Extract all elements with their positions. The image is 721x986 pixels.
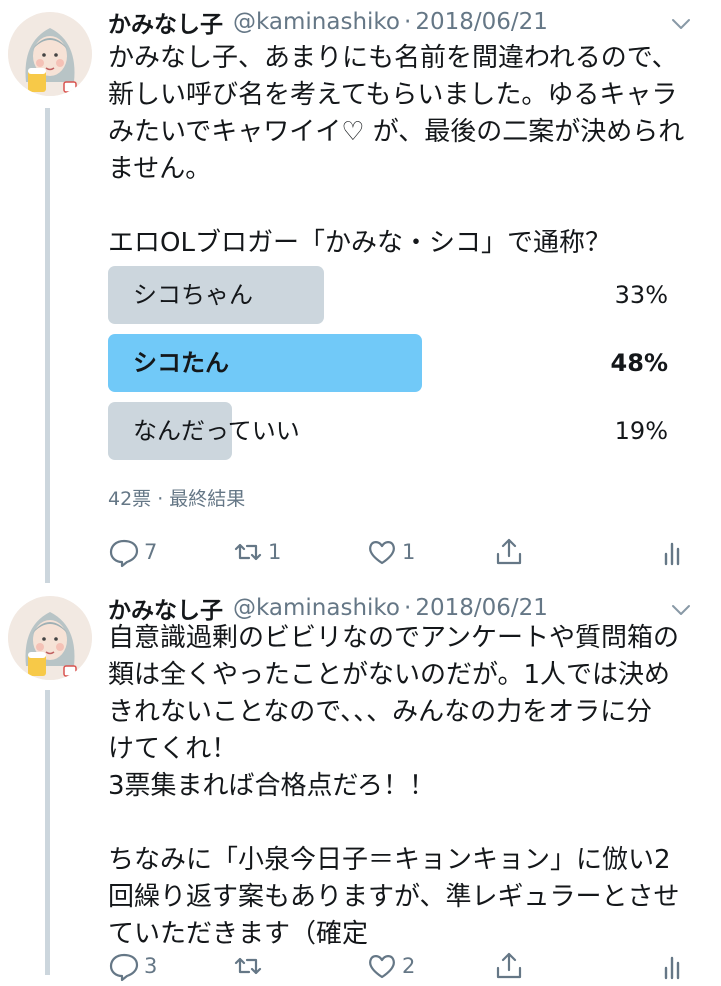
retweet-icon	[232, 950, 264, 982]
poll-option-label: シコちゃん	[133, 281, 253, 309]
poll-option-percent: 33%	[614, 281, 668, 309]
tweet[interactable]: かみなし子 @kaminashiko · 2018/06/21 かみなし子、あま…	[0, 2, 721, 582]
reply-count: 3	[144, 954, 158, 978]
poll-option-label: シコたん	[133, 349, 229, 377]
display-name[interactable]: かみなし子	[108, 5, 223, 39]
poll-option-percent: 48%	[610, 349, 668, 377]
tweet-text: 自意識過剰のビビリなのでアンケートや質問箱の 類は全くやったことがないのだが。1…	[108, 623, 680, 949]
retweet-button[interactable]: 1	[232, 532, 281, 572]
like-count: 2	[402, 954, 416, 978]
like-count: 1	[402, 540, 416, 564]
poll-option: シコたん 48%	[108, 334, 668, 392]
share-button[interactable]	[493, 532, 525, 572]
chevron-down-icon[interactable]	[669, 12, 693, 36]
like-button[interactable]: 2	[366, 946, 415, 986]
poll-option-label: なんだっていい	[133, 417, 300, 445]
analytics-icon	[658, 950, 690, 982]
tweet[interactable]: かみなし子 @kaminashiko · 2018/06/21 自意識過剰のビビ…	[0, 588, 721, 982]
tweet-date[interactable]: 2018/06/21	[415, 595, 548, 621]
tweet-header: かみなし子 @kaminashiko · 2018/06/21	[108, 2, 548, 42]
like-icon	[366, 950, 398, 982]
retweet-count: 1	[268, 540, 282, 564]
avatar[interactable]	[8, 596, 92, 680]
analytics-icon	[658, 536, 690, 568]
reply-count: 7	[144, 540, 158, 564]
user-handle[interactable]: @kaminashiko	[233, 9, 400, 35]
reply-button[interactable]: 7	[108, 532, 157, 572]
poll-option: なんだっていい 19%	[108, 402, 668, 460]
reply-icon	[108, 950, 140, 982]
user-handle[interactable]: @kaminashiko	[233, 595, 400, 621]
retweet-icon	[232, 536, 264, 568]
poll-meta: 42票 · 最終結果	[108, 488, 246, 510]
poll-option: シコちゃん 33%	[108, 266, 668, 324]
tweet-actions: 7 1 1	[108, 532, 688, 572]
tweet-actions: 3 2	[108, 946, 688, 986]
like-icon	[366, 536, 398, 568]
retweet-button[interactable]	[232, 946, 268, 986]
avatar[interactable]	[8, 12, 92, 96]
reply-icon	[108, 536, 140, 568]
separator: ·	[404, 9, 412, 35]
analytics-button[interactable]	[658, 946, 690, 986]
tweet-text: かみなし子、あまりにも名前を間違われるので、 新しい呼び名を考えてもらいました。…	[108, 43, 685, 258]
share-button[interactable]	[493, 946, 525, 986]
reply-button[interactable]: 3	[108, 946, 157, 986]
tweet-date[interactable]: 2018/06/21	[415, 9, 548, 35]
poll-option-percent: 19%	[614, 417, 668, 445]
analytics-button[interactable]	[658, 532, 690, 572]
share-icon	[493, 950, 525, 982]
share-icon	[493, 536, 525, 568]
chevron-down-icon[interactable]	[669, 598, 693, 622]
separator: ·	[404, 595, 412, 621]
like-button[interactable]: 1	[366, 532, 415, 572]
